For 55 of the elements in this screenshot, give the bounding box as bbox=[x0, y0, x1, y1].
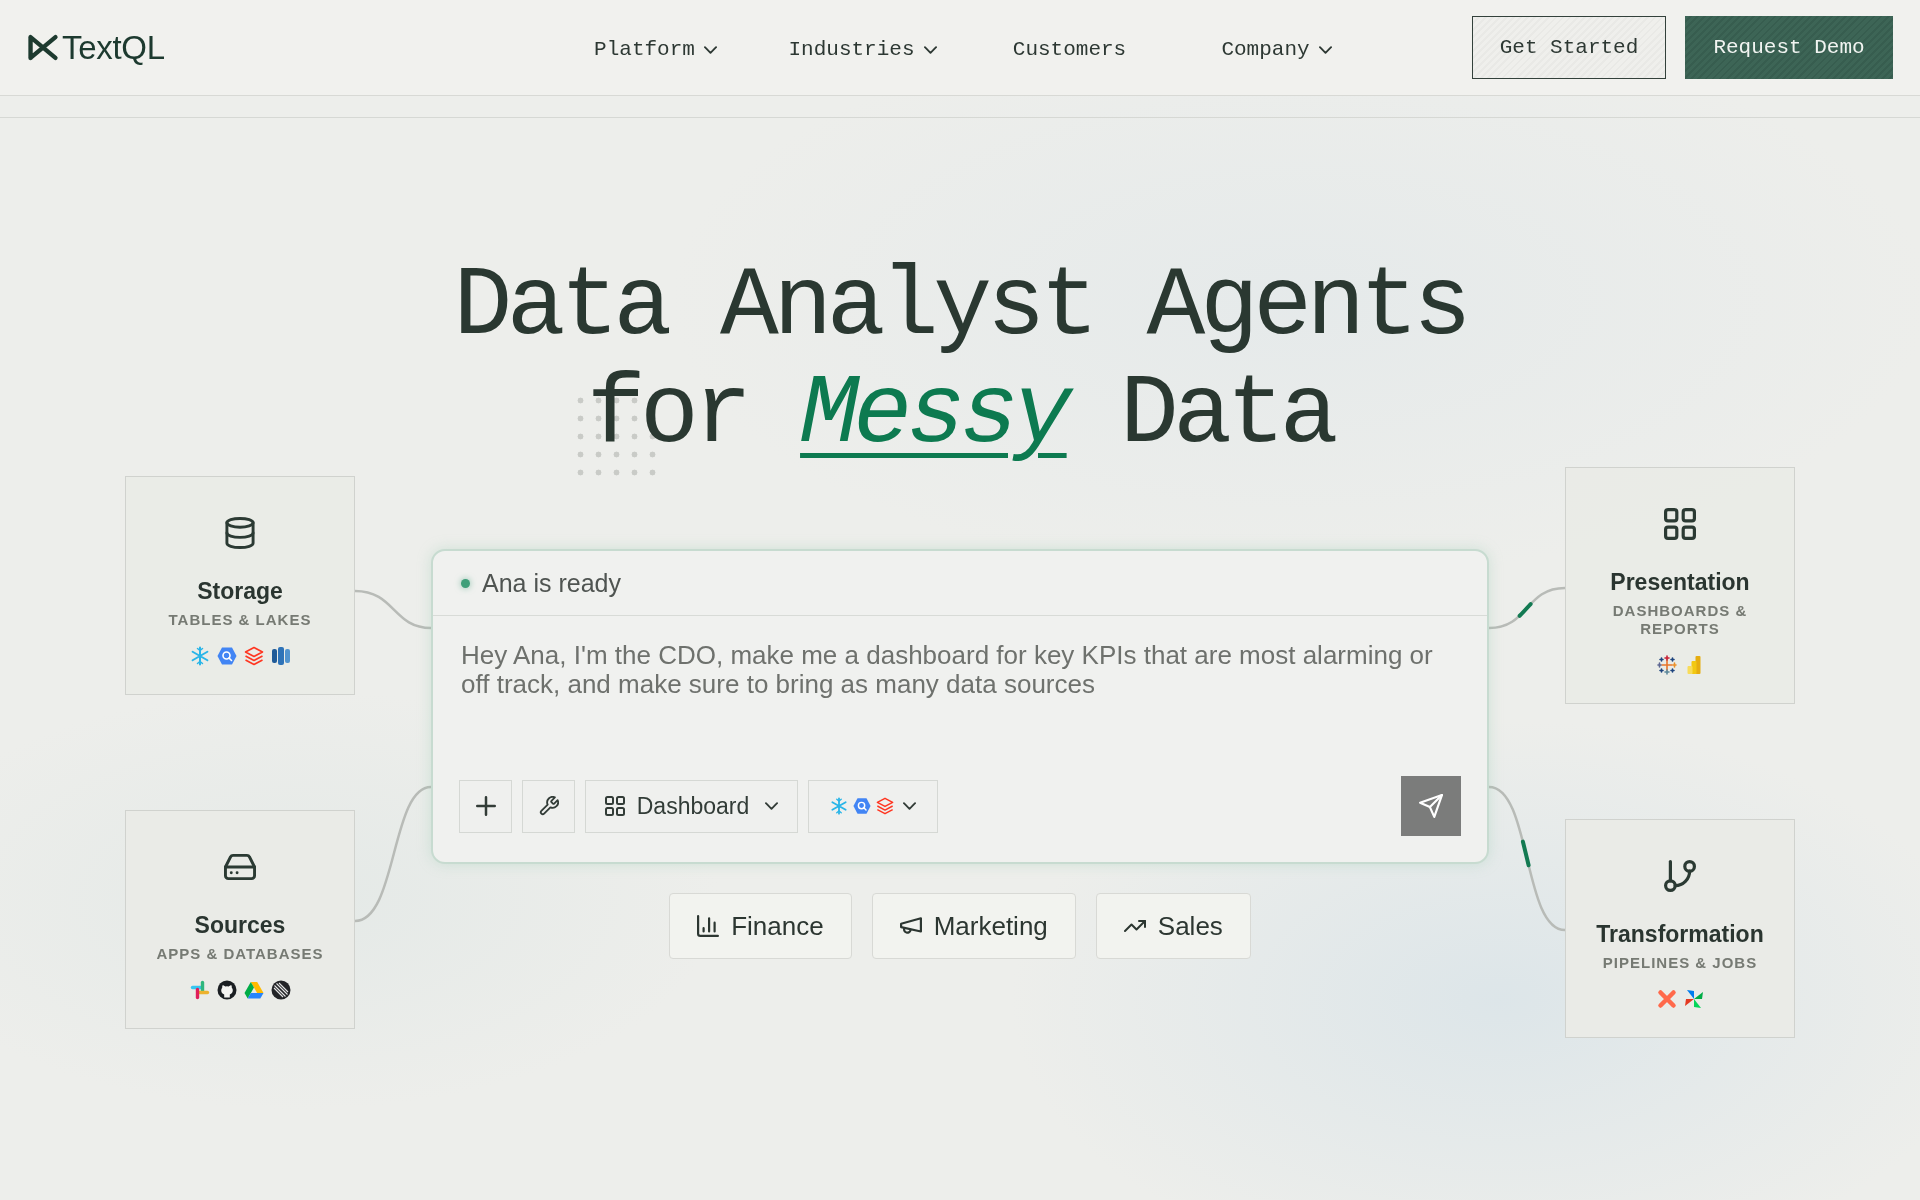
striped-circle-icon bbox=[270, 980, 291, 1000]
suggestion-button[interactable]: Marketing bbox=[871, 893, 1076, 959]
card-title: Presentation bbox=[1610, 568, 1750, 596]
logo-text: TextQL bbox=[62, 27, 165, 68]
snowflake-icon bbox=[830, 797, 848, 815]
wrench-icon bbox=[538, 796, 559, 816]
mode-dropdown[interactable]: Dashboard bbox=[585, 779, 798, 833]
bar-chart-icon bbox=[697, 915, 720, 937]
chevron-down-icon bbox=[923, 45, 937, 54]
send-icon bbox=[1419, 794, 1443, 818]
stacked-layers-icon bbox=[243, 646, 264, 666]
send-button[interactable] bbox=[1401, 776, 1461, 836]
nav-link[interactable]: Platform bbox=[552, 30, 759, 69]
plus-icon bbox=[475, 796, 496, 816]
demo-button[interactable]: Request Demo bbox=[1685, 16, 1893, 79]
nav-link[interactable]: Industries bbox=[759, 30, 966, 69]
hard-drive-icon bbox=[224, 851, 256, 883]
sources-dropdown[interactable] bbox=[808, 779, 938, 833]
hash-icon bbox=[189, 980, 210, 1000]
pinwheel-icon bbox=[1683, 989, 1704, 1009]
nav-link[interactable]: Customers bbox=[966, 30, 1173, 69]
card-subtitle: PIPELINES & JOBS bbox=[1602, 954, 1758, 972]
hexagon-icon bbox=[853, 797, 871, 815]
triangle-icon bbox=[243, 980, 264, 1000]
cat-circle-icon bbox=[216, 980, 237, 1000]
tools-button[interactable] bbox=[522, 779, 575, 833]
logo-mark-icon bbox=[27, 34, 59, 61]
grid-icon bbox=[1664, 508, 1696, 540]
card-title: Storage bbox=[197, 577, 283, 605]
status-text: Ana is ready bbox=[482, 568, 621, 598]
snowflake-icon bbox=[189, 646, 210, 666]
stacked-layers-icon bbox=[876, 797, 894, 815]
card-subtitle: APPS & DATABASES bbox=[156, 945, 324, 963]
chevron-down-icon bbox=[903, 802, 916, 810]
card-subtitle: TABLES & LAKES bbox=[168, 611, 312, 629]
hexagon-icon bbox=[216, 646, 237, 666]
suggestion-button[interactable]: Finance bbox=[669, 893, 852, 959]
chevron-down-icon bbox=[703, 45, 717, 54]
columns-icon bbox=[270, 646, 291, 666]
suggestion-button[interactable]: Sales bbox=[1095, 893, 1251, 959]
megaphone-icon bbox=[899, 915, 922, 937]
card-title: Transformation bbox=[1596, 920, 1764, 948]
card-subtitle: DASHBOARDS & REPORTS bbox=[1611, 602, 1749, 638]
crosses-icon bbox=[1656, 655, 1677, 675]
database-icon bbox=[224, 517, 256, 549]
x-shape-icon bbox=[1656, 989, 1677, 1009]
grid-icon bbox=[604, 796, 625, 816]
chevron-down-icon bbox=[1318, 45, 1332, 54]
chevron-down-icon bbox=[765, 802, 779, 810]
nav-link[interactable]: Company bbox=[1173, 30, 1380, 69]
card-title: Sources bbox=[194, 911, 286, 939]
status-dot-icon bbox=[461, 578, 470, 588]
start-button[interactable]: Get Started bbox=[1472, 16, 1666, 79]
add-button[interactable] bbox=[459, 779, 512, 833]
branch-icon bbox=[1664, 860, 1696, 892]
